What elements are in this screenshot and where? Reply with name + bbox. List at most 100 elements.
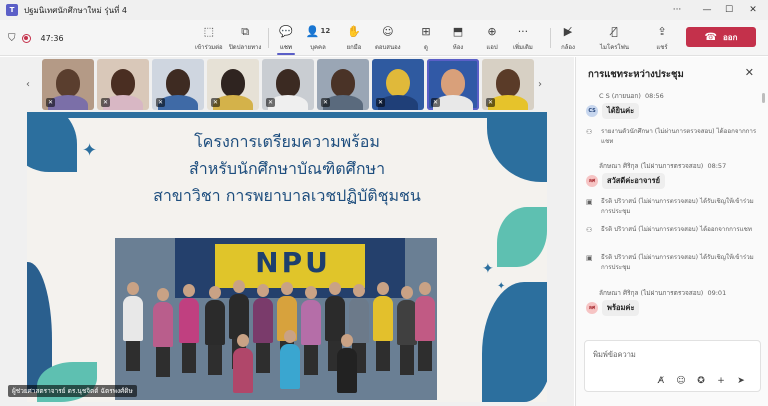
message-sender: C S (ภายนอก) 08:56: [599, 92, 664, 100]
photo-person: [373, 282, 393, 371]
sticker-icon[interactable]: ✪: [695, 375, 707, 387]
slide-top-band: [27, 112, 547, 118]
slide-title-line-1: โครงการเตรียมความพร้อม: [194, 132, 380, 151]
panel-button[interactable]: ⧉ ปิดปลายทาง: [229, 23, 261, 53]
people-icon: 👤 12: [305, 24, 331, 38]
mic-muted-icon: ✕: [101, 98, 110, 107]
chat-message[interactable]: ลศ พร้อมค่ะ: [586, 300, 640, 316]
chat-icon: 💬: [279, 24, 293, 38]
strip-prev-icon[interactable]: ‹: [26, 79, 30, 90]
mic-muted-icon: ✕: [321, 98, 330, 107]
participant-video: [56, 69, 80, 97]
participant-tile[interactable]: ✕: [372, 59, 424, 110]
photo-person: [179, 284, 199, 373]
message-sender: ลักษณา ศิริกุล (ไม่ผ่านการตรวจสอบ) 09:01: [599, 289, 727, 297]
rooms-icon: ⬒: [452, 24, 464, 38]
rooms-button[interactable]: ⬒ ห้อง: [450, 23, 466, 53]
avatar: ลศ: [586, 175, 598, 187]
more-button[interactable]: ··· เพิ่มเติม: [513, 23, 533, 53]
send-icon[interactable]: ➤: [735, 375, 747, 387]
meeting-stage: ‹ ✕ ✕ ✕ ✕ ✕ ✕ ✕ ✕ ✕ › ✦ ✦ ✦ ✦ โครงการเตร…: [0, 57, 574, 406]
slide-leaf-decoration: [497, 207, 547, 267]
compose-input[interactable]: พิมพ์ข้อความ: [593, 349, 636, 361]
sparkle-icon: ✦: [67, 161, 78, 175]
share-icon: ⇪: [657, 24, 667, 38]
photo-person: [123, 282, 143, 371]
participant-tile[interactable]: ✕: [317, 59, 369, 110]
leave-button[interactable]: ☎ ออก: [686, 27, 756, 47]
participant-video: [386, 69, 410, 97]
message-text: สวัสดีค่ะอาจารย์: [602, 173, 666, 189]
chat-button[interactable]: 💬 แชท: [277, 23, 295, 55]
panel-icon: ⧉: [241, 24, 250, 38]
more-options-icon[interactable]: ···: [662, 0, 692, 20]
chat-message[interactable]: ลศ สวัสดีค่ะอาจารย์: [586, 173, 666, 189]
meeting-status: ⛉ 47:36: [8, 20, 64, 56]
participant-video: [221, 69, 245, 97]
participant-video: [441, 69, 465, 97]
participant-tile-speaking[interactable]: ✕: [427, 59, 479, 110]
photo-person: [253, 284, 273, 373]
close-window-icon[interactable]: ✕: [738, 0, 768, 20]
meeting-timer: 47:36: [40, 33, 64, 43]
mic-off-icon: 🎙̸: [611, 24, 618, 38]
person-leave-icon: ⚇: [586, 128, 593, 136]
photo-person: [301, 286, 321, 375]
sparkle-icon: ✦: [482, 261, 494, 277]
strip-next-icon[interactable]: ›: [538, 79, 542, 90]
leave-label: ออก: [723, 32, 738, 42]
chat-system-event: ▣ ธีรติ ปริวาสน์ (ไม่ผ่านการตรวจสอบ) ได้…: [586, 254, 754, 271]
view-icon: ⊞: [421, 24, 431, 38]
presenter-name-tag: ผู้ช่วยศาสตราจารย์ ดร.นุชจิตต์ ฉัตรพงศ์ด…: [8, 385, 137, 397]
react-icon: ☺: [382, 24, 394, 38]
compose-box[interactable]: พิมพ์ข้อความ A̸ ☺ ✪ + ➤: [584, 340, 761, 392]
close-icon[interactable]: ✕: [745, 66, 754, 79]
chat-system-event: ⚇ รายงานตัวนักศึกษา (ไม่ผ่านการตรวจสอบ) …: [586, 128, 757, 145]
apps-button[interactable]: ⊕ แอป: [484, 23, 500, 53]
mic-muted-icon: ✕: [211, 98, 220, 107]
photo-person: [280, 330, 300, 389]
participant-strip: ‹ ✕ ✕ ✕ ✕ ✕ ✕ ✕ ✕ ✕ ›: [24, 59, 554, 110]
toolbar-divider: [550, 28, 551, 48]
participant-video: [496, 69, 520, 97]
participant-tile[interactable]: ✕: [482, 59, 534, 110]
chat-message[interactable]: CS ได้ยินค่ะ: [586, 103, 640, 119]
attach-icon[interactable]: +: [715, 375, 727, 387]
shared-presentation: ✦ ✦ ✦ ✦ โครงการเตรียมความพร้อม สำหรับนัก…: [27, 112, 547, 402]
chat-system-event: ⚇ ธีรติ ปริวาสน์ (ไม่ผ่านการตรวจสอบ) ได้…: [586, 226, 752, 234]
photo-person: [415, 282, 435, 371]
participant-tile[interactable]: ✕: [207, 59, 259, 110]
calendar-icon: ▣: [586, 198, 593, 206]
meeting-chat-panel: การแชทระหว่างประชุม ✕ C S (ภายนอก) 08:56…: [575, 57, 768, 406]
emoji-icon[interactable]: ☺: [675, 375, 687, 387]
photo-person: [153, 288, 173, 377]
participant-tile[interactable]: ✕: [42, 59, 94, 110]
raise-hand-button[interactable]: ✋ ยกมือ: [346, 23, 362, 53]
apps-icon: ⊕: [487, 24, 497, 38]
join-button[interactable]: ⬚ เข้าร่วมต่อ: [195, 23, 223, 53]
message-text: พร้อมค่ะ: [602, 300, 640, 316]
photo-person: [205, 286, 225, 375]
shield-icon[interactable]: ⛉: [8, 33, 16, 44]
participant-tile[interactable]: ✕: [152, 59, 204, 110]
mic-muted-icon: ✕: [486, 98, 495, 107]
participant-tile[interactable]: ✕: [97, 59, 149, 110]
view-button[interactable]: ⊞ ดู: [418, 23, 434, 53]
photo-person: [337, 334, 357, 393]
slide-leaf-decoration: [482, 282, 547, 402]
meeting-toolbar: ⛉ 47:36 ⬚ เข้าร่วมต่อ ⧉ ปิดปลายทาง 💬 แชท…: [0, 20, 768, 56]
participant-video: [331, 69, 355, 97]
camera-button[interactable]: ▶̸ กล้อง: [560, 23, 576, 53]
microphone-button[interactable]: 🎙̸ ไมโครโฟน: [600, 23, 629, 53]
share-button[interactable]: ⇪ แชร์: [654, 23, 670, 53]
people-button[interactable]: 👤 12 บุคคล: [305, 23, 331, 53]
message-sender: ลักษณา ศิริกุล (ไม่ผ่านการตรวจสอบ) 08:57: [599, 162, 727, 170]
slide-leaf-decoration: [487, 112, 547, 182]
format-icon[interactable]: A̸: [655, 375, 667, 387]
chat-title: การแชทระหว่างประชุม: [588, 69, 684, 80]
participant-video: [276, 69, 300, 97]
participant-tile[interactable]: ✕: [262, 59, 314, 110]
chat-system-event: ▣ ธีรติ ปริวาสน์ (ไม่ผ่านการตรวจสอบ) ได้…: [586, 198, 754, 215]
slide-title: โครงการเตรียมความพร้อม สำหรับนักศึกษาบัณ…: [87, 130, 487, 209]
react-button[interactable]: ☺ ตอบสนอง: [375, 23, 401, 53]
